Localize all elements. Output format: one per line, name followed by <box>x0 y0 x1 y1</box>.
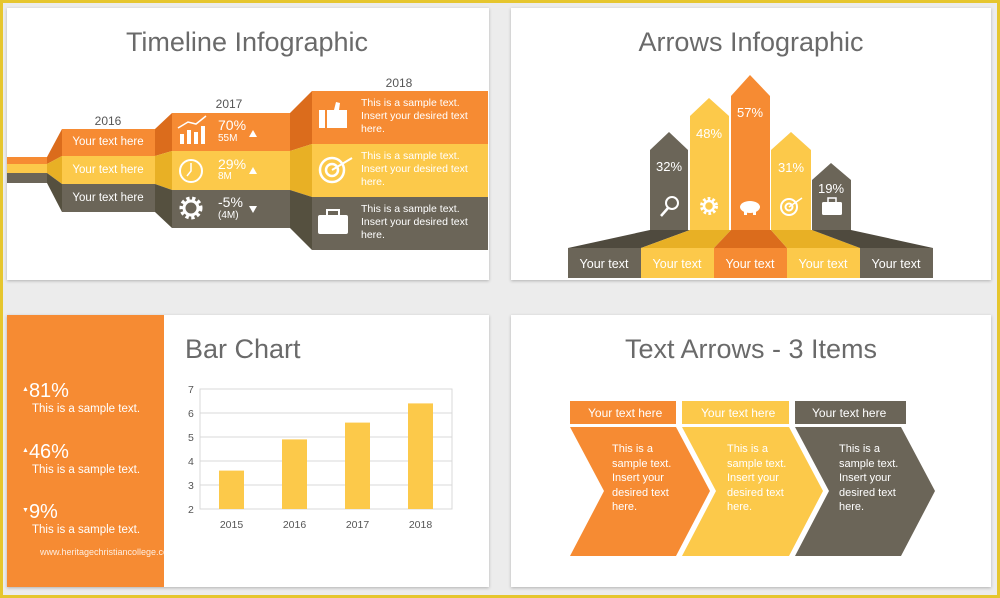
text-arrow-body: This is a sample text. Insert your desir… <box>727 443 787 513</box>
text-arrow-body: This is a sample text. Insert your desir… <box>612 443 672 513</box>
text-arrow-header: Your text here <box>588 406 663 420</box>
text-arrow-body: This is a sample text. Insert your desir… <box>839 443 899 513</box>
text-arrow-header: Your text here <box>812 406 887 420</box>
text-arrow-header: Your text here <box>701 406 776 420</box>
